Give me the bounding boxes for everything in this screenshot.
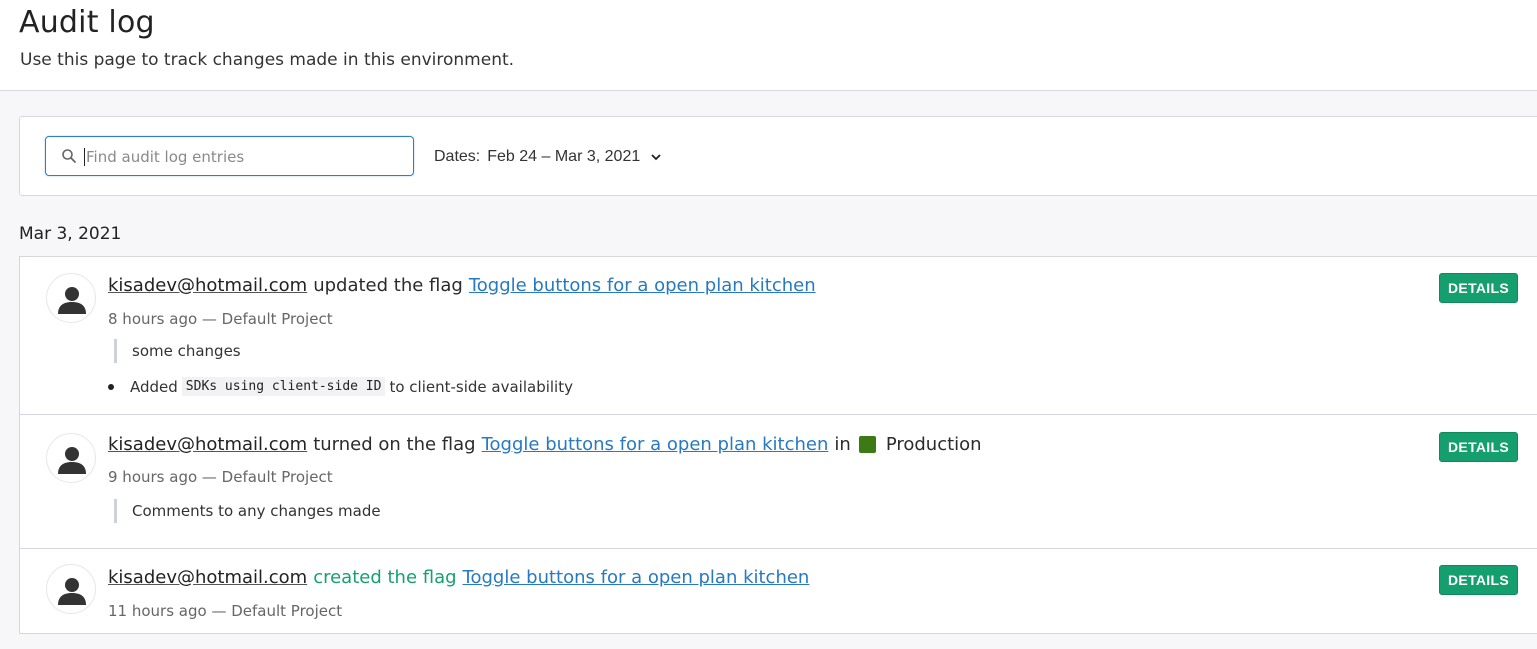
change-prefix: Added [130,377,178,396]
entry-meta: 9 hours ago — Default Project [108,468,333,486]
user-icon [58,447,86,474]
user-icon [58,287,86,314]
entry-meta: 8 hours ago — Default Project [108,310,333,328]
search-input[interactable] [86,143,396,171]
user-link[interactable]: kisadev@hotmail.com [108,567,307,588]
page-header: Audit log Use this page to track changes… [0,0,1537,91]
entry-meta: 11 hours ago — Default Project [108,602,343,620]
entry-summary: kisadev@hotmail.com turned on the flag T… [108,434,982,455]
entry-comment: Comments to any changes made [114,499,381,523]
details-button[interactable]: DETAILS [1439,432,1518,462]
date-range-dropdown[interactable]: Dates: Feb 24 – Mar 3, 2021 [434,146,662,168]
action-text: turned on the flag [313,434,476,455]
page-subtitle: Use this page to track changes made in t… [20,50,515,70]
flag-link[interactable]: Toggle buttons for a open plan kitchen [463,567,810,588]
chevron-down-icon [651,154,661,161]
avatar [46,433,96,483]
date-range-label: Dates: [434,148,481,165]
filter-panel: Dates: Feb 24 – Mar 3, 2021 [19,116,1537,196]
entry-comment: some changes [114,339,241,363]
audit-entry: kisadev@hotmail.com updated the flag Tog… [20,257,1537,414]
change-code: SDKs using client-side ID [181,377,386,396]
details-button[interactable]: DETAILS [1439,565,1518,595]
in-text: in [834,434,851,455]
environment-name: Production [885,434,982,455]
change-suffix: to client-side availability [389,377,573,396]
action-text: created the flag [313,567,457,588]
date-range-value: Feb 24 – Mar 3, 2021 [487,148,641,165]
change-list-item: Added SDKs using client-side ID to clien… [108,377,573,396]
details-button[interactable]: DETAILS [1439,273,1518,303]
search-icon [62,149,76,163]
avatar [46,564,96,614]
audit-entry-list: kisadev@hotmail.com updated the flag Tog… [19,256,1537,634]
page-title: Audit log [19,5,155,40]
avatar [46,273,96,323]
text-cursor [84,148,85,166]
audit-entry: kisadev@hotmail.com turned on the flag T… [20,414,1537,548]
audit-entry: kisadev@hotmail.com created the flag Tog… [20,548,1537,633]
entry-summary: kisadev@hotmail.com created the flag Tog… [108,567,809,588]
environment-color-swatch [858,436,876,453]
bullet [108,383,114,390]
flag-link[interactable]: Toggle buttons for a open plan kitchen [482,434,829,455]
user-link[interactable]: kisadev@hotmail.com [108,275,307,296]
user-icon [58,578,86,605]
date-group-heading: Mar 3, 2021 [19,224,122,244]
user-link[interactable]: kisadev@hotmail.com [108,434,307,455]
search-box[interactable] [45,136,414,176]
flag-link[interactable]: Toggle buttons for a open plan kitchen [469,275,816,296]
action-text: updated the flag [313,275,463,296]
entry-summary: kisadev@hotmail.com updated the flag Tog… [108,275,816,296]
